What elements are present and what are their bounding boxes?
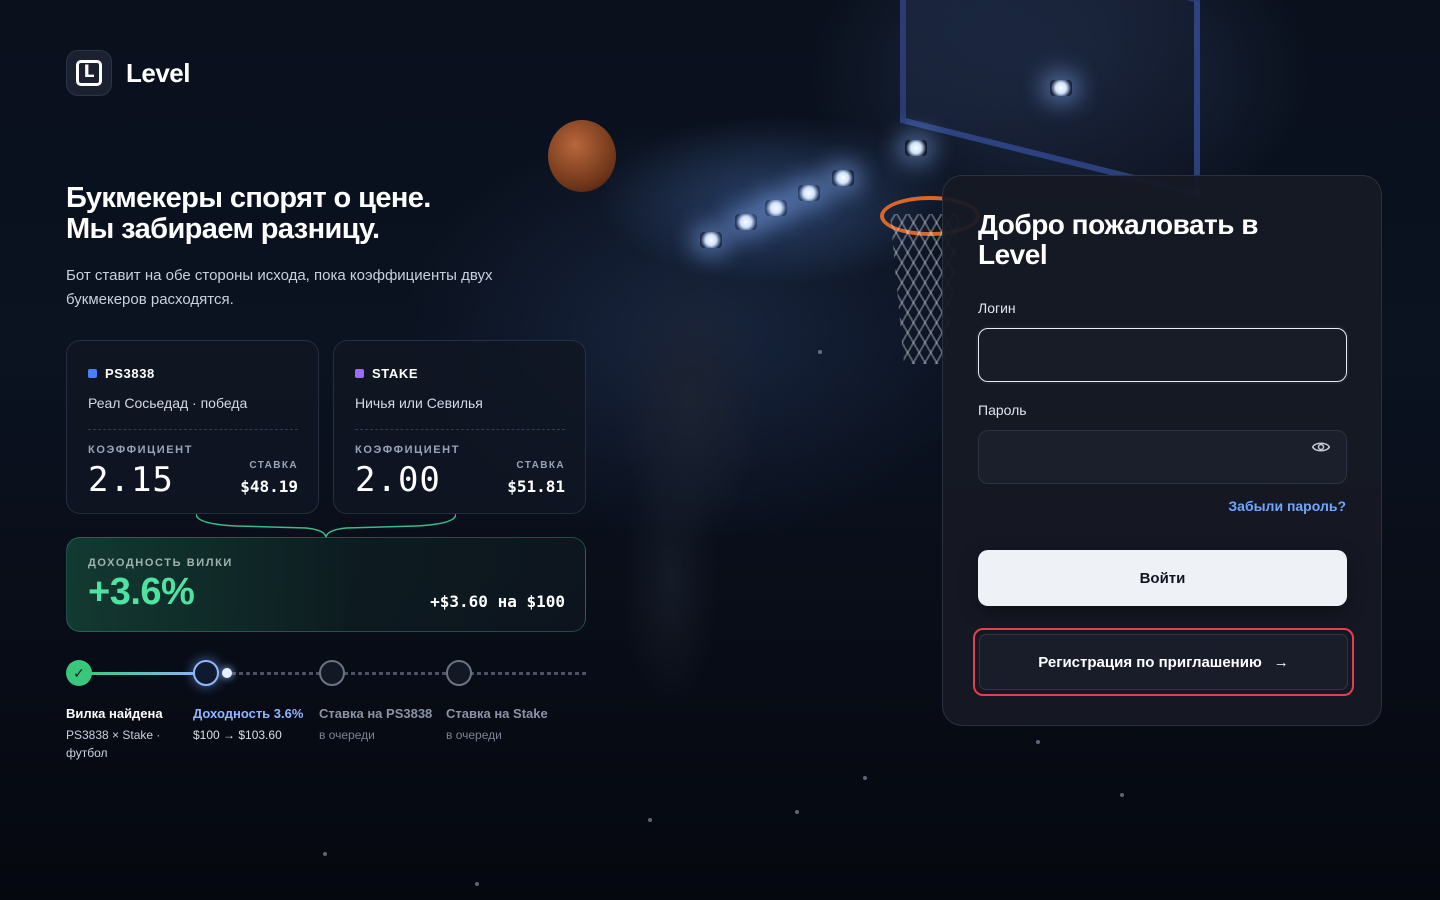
player-silhouette [560,200,840,720]
hero-title: Букмекеры спорят о цене. Мы забираем раз… [66,183,586,245]
progress-track-done [79,672,206,675]
progress-track-pending [232,672,586,675]
step-title: Ставка на PS3838 [319,706,433,721]
invite-register-button[interactable]: Регистрация по приглашению → [979,634,1348,690]
login-input[interactable] [978,328,1347,382]
step-node-stake [446,660,472,686]
login-label: Логин [978,300,1016,316]
bet-event: Ничья или Севилья [355,395,483,411]
stake-label: СТАВКА [249,460,298,471]
step-node-yield [193,660,219,686]
stake-value: $51.81 [507,477,565,496]
odds-value: 2.15 [88,460,174,500]
step-found: Вилка найдена PS3838 × Stake · футбол [66,704,186,762]
divider [355,429,565,430]
bet-card-stake: STAKE Ничья или Севилья КОЭФФИЦИЕНТ 2.00… [333,340,586,514]
bookmaker-name: PS3838 [105,365,155,381]
crowd-light [475,882,479,886]
bookmaker-color-icon [88,368,97,378]
logo-icon: L [66,50,112,96]
stadium-light [700,232,722,248]
bookmaker-color-icon [355,368,364,378]
stadium-light [1050,80,1072,96]
yield-profit: +$3.60 на $100 [430,592,565,611]
yield-label: ДОХОДНОСТЬ ВИЛКИ [88,557,233,569]
crowd-light [1036,740,1040,744]
invite-highlight: Регистрация по приглашению → [973,628,1354,696]
backboard [900,0,1200,198]
step-subtitle: PS3838 × Stake · футбол [66,728,161,760]
login-button[interactable]: Войти [978,550,1347,606]
step-node-ps3838 [319,660,345,686]
step-node-found: ✓ [66,660,92,686]
password-input[interactable] [978,430,1347,484]
cards-connector [196,513,456,538]
odds-label: КОЭФФИЦИЕНТ [88,444,194,456]
eye-icon[interactable] [1311,437,1331,457]
bet-values: КОЭФФИЦИЕНТ 2.15 СТАВКА $48.19 [88,444,298,500]
crowd-light [323,852,327,856]
divider [88,429,298,430]
invite-label: Регистрация по приглашению [1038,653,1262,671]
hero-subtitle: Бот ставит на обе стороны исхода, пока к… [66,267,493,308]
password-label: Пароль [978,402,1027,418]
step-title: Вилка найдена [66,706,163,721]
stadium-light [905,140,927,156]
login-panel: Добро пожаловать в Level Логин Пароль За… [942,175,1382,726]
step-subtitle: $100 → $103.60 [193,728,282,742]
crowd-light [795,810,799,814]
bet-values: КОЭФФИЦИЕНТ 2.00 СТАВКА $51.81 [355,444,565,500]
basketball [548,120,616,192]
check-icon: ✓ [73,664,85,681]
bet-card-header: PS3838 [88,363,298,383]
crowd-light [818,350,822,354]
step-yield: Доходность 3.6% $100 → $103.60 [193,704,313,744]
bet-event: Реал Сосьедад · победа [88,395,248,411]
hero-title-line1: Букмекеры спорят о цене. [66,182,431,214]
login-title: Добро пожаловать в Level [978,209,1258,270]
stadium-light [798,185,820,201]
yield-card: ДОХОДНОСТЬ ВИЛКИ +3.6% +$3.60 на $100 [66,537,586,632]
crowd-light [648,818,652,822]
stake-label: СТАВКА [516,460,565,471]
step-subtitle: в очереди [319,728,375,742]
password-field-group: Пароль [978,402,1347,484]
step-ps3838: Ставка на PS3838 в очереди [319,704,439,744]
step-title: Ставка на Stake [446,706,548,721]
odds-value: 2.00 [355,460,441,500]
odds-label: КОЭФФИЦИЕНТ [355,444,461,456]
step-stake: Ставка на Stake в очереди [446,704,566,744]
arrow-right-icon: → [1273,653,1289,671]
bookmaker-name: STAKE [372,365,419,381]
login-field-group: Логин [978,300,1347,382]
bet-card-ps3838: PS3838 Реал Сосьедад · победа КОЭФФИЦИЕН… [66,340,319,514]
stadium-light [832,170,854,186]
stadium-light [765,200,787,216]
stadium-light [735,214,757,230]
brand-name: Level [126,57,191,88]
stake-value: $48.19 [240,477,298,496]
step-subtitle: в очереди [446,728,502,742]
step-title: Доходность 3.6% [193,706,304,721]
bet-card-header: STAKE [355,363,565,383]
forgot-password-link[interactable]: Забыли пароль? [1228,498,1346,514]
hero-title-line2: Мы забираем разницу. [66,213,380,245]
brand-logo[interactable]: L Level [66,50,191,96]
crowd-light [1120,793,1124,797]
progress-steps: ✓ Вилка найдена PS3838 × Stake · футбол … [66,660,586,770]
progress-pin [222,668,232,678]
crowd-light [863,776,867,780]
